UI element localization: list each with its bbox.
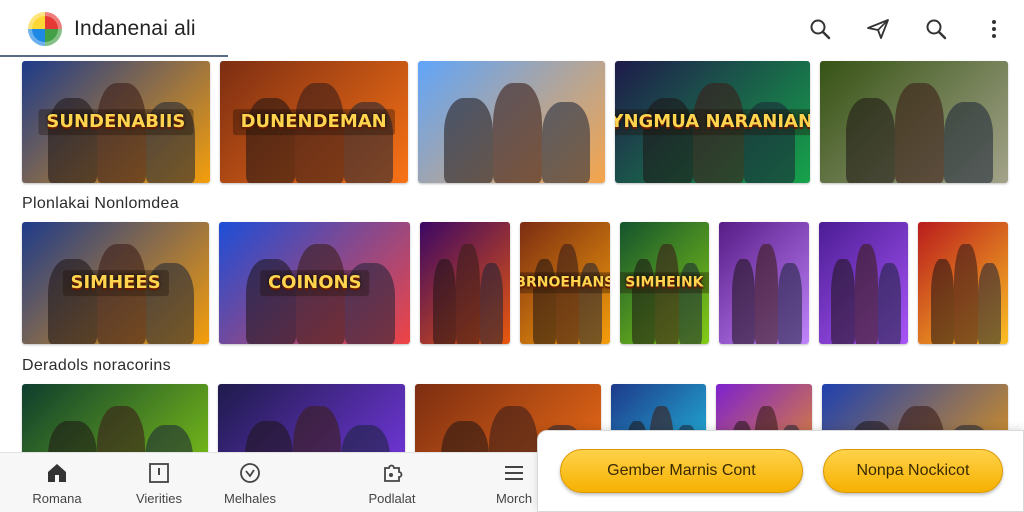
title-underline <box>0 55 228 57</box>
send-button[interactable] <box>864 15 892 43</box>
hero-figure <box>755 243 779 344</box>
game-tile[interactable]: SUNDENABIIS <box>22 61 210 183</box>
search-button[interactable] <box>806 15 834 43</box>
game-tile[interactable]: SYNGMUA NARANIANH <box>615 61 811 183</box>
nav-label: Melhales <box>223 490 277 506</box>
hero-figure <box>930 258 955 344</box>
menu-icon <box>505 465 523 480</box>
hero-figure <box>432 258 457 344</box>
hero-figure <box>944 102 993 183</box>
game-title-art: COINONS <box>259 270 370 296</box>
game-tile[interactable] <box>719 222 809 344</box>
hero-figure <box>731 258 756 344</box>
search-button-secondary[interactable] <box>922 15 950 43</box>
hero-figure <box>456 243 480 344</box>
secondary-action-button[interactable]: Nonpa Nockicot <box>822 449 1003 493</box>
hero-figure <box>954 243 978 344</box>
hero-figure <box>877 263 902 344</box>
game-tile[interactable]: SIMHEES <box>22 222 210 344</box>
hero-figure <box>443 97 493 183</box>
top-actions <box>806 15 1008 43</box>
nav-item-melhales[interactable]: Melhales <box>216 453 284 512</box>
game-title-art: SUNDENABIIS <box>38 109 194 135</box>
game-title-art: BRNOEHANS <box>519 272 610 294</box>
nav-label: Romana <box>32 490 82 506</box>
game-tile[interactable] <box>918 222 1009 344</box>
game-title-art: DUNENDEMAN <box>232 109 395 135</box>
nav-item-home[interactable]: Romana <box>24 453 90 512</box>
game-title-art: SIMHEINK <box>619 272 710 294</box>
hero-figure <box>895 82 945 183</box>
game-tile[interactable]: BRNOEHANS <box>519 222 610 344</box>
hero-figure <box>492 82 542 183</box>
featured-row: SUNDENABIIS DUNENDEMAN SYNGMUA NARANIANH <box>22 61 1008 183</box>
game-title-art: SYNGMUA NARANIANH <box>615 109 811 135</box>
nav-item-verities[interactable]: Vierities <box>126 453 192 512</box>
game-title-art: SIMHEES <box>62 270 169 296</box>
hero-figure <box>831 258 855 344</box>
grid-icon <box>149 462 169 483</box>
section-title: Deradols noracorins <box>22 357 171 374</box>
app-root: Indanenai ali SUNDENABIIS DUNENDEMAN SYNGM… <box>0 0 1024 512</box>
nav-label: Podlalat <box>368 490 416 506</box>
overflow-menu-button[interactable] <box>980 15 1008 43</box>
home-icon <box>48 463 66 482</box>
game-tile[interactable] <box>420 222 510 344</box>
app-title: Indanenai ali <box>74 17 196 40</box>
search-icon <box>926 19 947 40</box>
primary-action-button[interactable]: Gember Marnis Cont <box>560 449 803 493</box>
more-vertical-icon <box>992 20 996 38</box>
app-logo <box>28 12 62 46</box>
game-tile[interactable] <box>417 61 606 183</box>
section-title: Plonlakai Nonlomdea <box>22 195 179 212</box>
nav-label: Vierities <box>135 490 182 506</box>
game-tile[interactable] <box>820 61 1008 183</box>
action-panel: Gember Marnis Cont Nonpa Nockicot <box>537 430 1024 512</box>
nav-label: Morch <box>495 490 533 506</box>
hero-figure <box>846 97 896 183</box>
puzzle-icon <box>384 464 403 482</box>
hero-figure <box>541 102 591 183</box>
send-icon <box>867 19 889 39</box>
hero-figure <box>854 243 878 344</box>
search-icon <box>810 19 831 40</box>
nav-item-morch[interactable]: Morch <box>488 453 540 512</box>
game-tile[interactable]: DUNENDEMAN <box>219 61 408 183</box>
game-tile[interactable]: COINONS <box>219 222 411 344</box>
nav-item-podlalat[interactable]: Podlalat <box>357 453 427 512</box>
hero-figure <box>655 243 679 344</box>
hero-figure <box>555 243 580 344</box>
section-row: SIMHEES COINONS BRNOEHANS SIMHEINK <box>22 222 1009 344</box>
compass-icon <box>240 462 260 483</box>
hero-figure <box>778 263 802 344</box>
hero-figure <box>479 263 503 344</box>
game-tile[interactable]: SIMHEINK <box>619 222 710 344</box>
top-app-bar: Indanenai ali <box>0 0 1024 58</box>
game-tile[interactable] <box>818 222 909 344</box>
hero-figure <box>977 263 1001 344</box>
